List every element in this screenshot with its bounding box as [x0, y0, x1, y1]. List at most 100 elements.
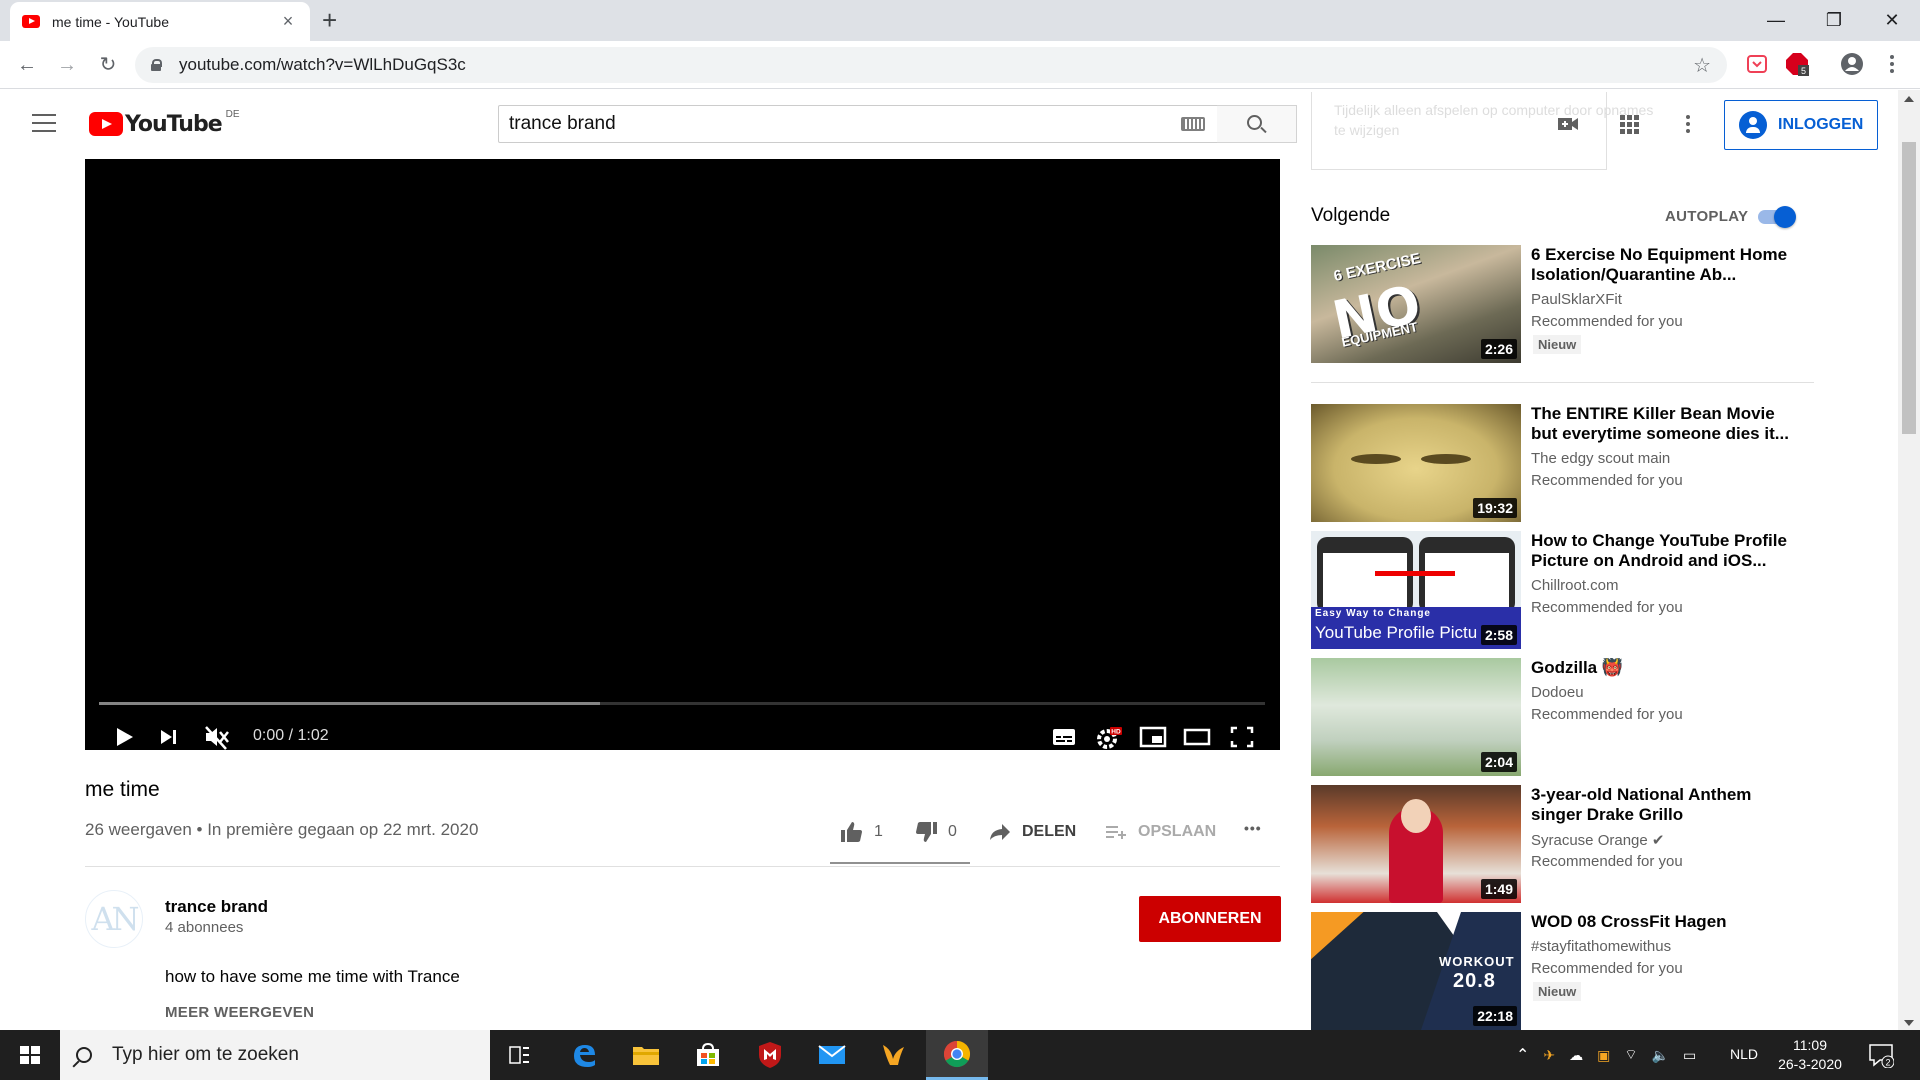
back-button[interactable]: ←	[11, 49, 43, 81]
recommendation-title[interactable]: 6 Exercise No Equipment Home Isolation/Q…	[1531, 245, 1801, 285]
chevron-up-icon[interactable]: ⌃	[1516, 1045, 1529, 1065]
recommendation-item[interactable]: 19:32 The ENTIRE Killer Bean Movie but e…	[1311, 404, 1831, 522]
url-text: youtube.com/watch?v=WlLhDuGqS3c	[179, 55, 466, 74]
taskbar-app-bird[interactable]	[864, 1030, 924, 1080]
share-label: DELEN	[1022, 823, 1077, 840]
recommendation-title[interactable]: Godzilla 👹	[1531, 658, 1801, 678]
subtitles-icon[interactable]	[1051, 719, 1077, 755]
search-input[interactable]: trance brand	[498, 105, 1218, 143]
onedrive-cloud-icon[interactable]: ☁	[1569, 1047, 1583, 1064]
recommendation-item[interactable]: 2:04 Godzilla 👹 Dodoeu Recommended for y…	[1311, 658, 1831, 776]
adblock-extension-icon[interactable]: 5	[1785, 52, 1809, 76]
keyboard-layout-icon[interactable]: ▭	[1683, 1047, 1696, 1064]
dislike-button[interactable]: 0	[914, 820, 957, 844]
search-icon	[76, 1047, 92, 1063]
settings-gear-icon[interactable]: HD	[1095, 719, 1123, 755]
volume-muted-icon[interactable]	[203, 719, 231, 755]
forward-button[interactable]: →	[51, 49, 83, 81]
taskbar-chrome[interactable]	[926, 1030, 988, 1080]
recommendation-item[interactable]: Easy Way to Change YouTube Profile Pictu…	[1311, 531, 1831, 649]
sign-in-button[interactable]: INLOGGEN	[1724, 100, 1878, 150]
recommendation-title[interactable]: The ENTIRE Killer Bean Movie but everyti…	[1531, 404, 1801, 444]
video-thumbnail[interactable]: Easy Way to Change YouTube Profile Pictu…	[1311, 531, 1521, 649]
tray-app-icon[interactable]: ✈	[1543, 1047, 1555, 1064]
progress-bar[interactable]	[99, 702, 1265, 705]
search-button[interactable]	[1217, 105, 1297, 143]
video-player[interactable]: 0:00 / 1:02 HD	[85, 159, 1280, 750]
video-thumbnail[interactable]: WORKOUT 20.8 22:18	[1311, 912, 1521, 1030]
next-video-icon[interactable]	[157, 719, 181, 755]
bookmark-star-icon[interactable]: ☆	[1693, 53, 1711, 78]
add-to-playlist-icon	[1106, 826, 1126, 839]
chrome-icon	[943, 1040, 971, 1067]
theater-mode-icon[interactable]	[1183, 719, 1211, 755]
input-language[interactable]: NLD	[1730, 1046, 1758, 1062]
page-scrollbar[interactable]	[1898, 90, 1920, 1030]
start-button[interactable]	[0, 1030, 60, 1080]
clock[interactable]: 11:09 26-3-2020	[1770, 1036, 1850, 1074]
pocket-extension-icon[interactable]	[1745, 52, 1769, 76]
fullscreen-icon[interactable]	[1229, 719, 1255, 755]
recommendation-title[interactable]: 3-year-old National Anthem singer Drake …	[1531, 785, 1801, 825]
country-code: DE	[225, 108, 240, 120]
window-restore-button[interactable]: ❐	[1812, 6, 1856, 34]
taskbar-store[interactable]	[678, 1030, 738, 1080]
profile-icon[interactable]	[1840, 52, 1864, 76]
video-thumbnail[interactable]: 19:32	[1311, 404, 1521, 522]
window-minimize-button[interactable]: —	[1754, 6, 1798, 34]
guide-menu-button[interactable]	[32, 114, 56, 132]
wifi-icon[interactable]: ⌔	[1624, 1046, 1637, 1064]
more-actions-button[interactable]: •••	[1244, 820, 1262, 836]
channel-avatar[interactable]: AN	[85, 890, 143, 948]
recommendation-item[interactable]: 6 EXERCISE NO EQUIPMENT 2:26 6 Exercise …	[1311, 245, 1831, 363]
reload-button[interactable]: ↻	[92, 49, 124, 81]
scroll-down-arrow-icon[interactable]	[1904, 1020, 1914, 1026]
autoplay-toggle[interactable]	[1758, 206, 1806, 228]
sign-in-label: INLOGGEN	[1778, 116, 1864, 133]
duration-badge: 22:18	[1473, 1006, 1517, 1026]
save-button[interactable]: OPSLAAN	[1104, 820, 1216, 844]
keyboard-icon[interactable]	[1181, 117, 1205, 131]
youtube-play-logo-icon	[89, 112, 123, 136]
youtube-logo[interactable]: YouTube DE	[89, 108, 240, 137]
recommendation-item[interactable]: 1:49 3-year-old National Anthem singer D…	[1311, 785, 1831, 903]
window-close-button[interactable]: ✕	[1870, 6, 1914, 34]
youtube-favicon-icon	[22, 15, 40, 28]
taskbar-mail[interactable]	[802, 1030, 862, 1080]
taskbar-edge[interactable]	[554, 1030, 614, 1080]
task-view-button[interactable]	[490, 1030, 550, 1080]
clock-time: 11:09	[1793, 1037, 1827, 1053]
recommendation-title[interactable]: How to Change YouTube Profile Picture on…	[1531, 531, 1801, 571]
taskbar-file-explorer[interactable]	[616, 1030, 676, 1080]
scrollbar-thumb[interactable]	[1902, 142, 1916, 434]
taskbar-search-box[interactable]: Typ hier om te zoeken	[60, 1030, 490, 1080]
video-thumbnail[interactable]: 1:49	[1311, 785, 1521, 903]
recommendation-item[interactable]: WORKOUT 20.8 22:18 WOD 08 CrossFit Hagen…	[1311, 912, 1831, 1030]
tab-close-button[interactable]: ×	[278, 11, 298, 32]
video-thumbnail[interactable]: 6 EXERCISE NO EQUIPMENT 2:26	[1311, 245, 1521, 363]
volume-icon[interactable]: 🔈	[1652, 1047, 1669, 1064]
show-more-link[interactable]: MEER WEERGEVEN	[165, 1004, 314, 1021]
address-bar[interactable]: youtube.com/watch?v=WlLhDuGqS3c ☆	[135, 47, 1727, 83]
clock-date: 26-3-2020	[1778, 1056, 1842, 1072]
video-thumbnail[interactable]: 2:04	[1311, 658, 1521, 776]
buffered-bar	[99, 702, 601, 705]
miniplayer-icon[interactable]	[1139, 719, 1167, 755]
play-button-icon[interactable]	[113, 719, 137, 755]
taskbar-mcafee[interactable]	[740, 1030, 800, 1080]
like-button[interactable]: 1	[840, 820, 883, 844]
svg-text:2: 2	[1885, 1058, 1890, 1068]
battery-icon[interactable]: ▣	[1597, 1047, 1610, 1064]
scroll-up-arrow-icon[interactable]	[1904, 96, 1914, 102]
settings-more-icon[interactable]	[1676, 112, 1700, 136]
recommendation-channel: PaulSklarXFit	[1531, 291, 1622, 308]
recommendation-title[interactable]: WOD 08 CrossFit Hagen	[1531, 912, 1801, 932]
browser-menu-icon[interactable]	[1880, 52, 1904, 76]
notification-center-icon[interactable]: 2	[1868, 1042, 1894, 1068]
new-tab-button[interactable]: +	[322, 6, 337, 34]
logo-wordmark: YouTube	[125, 111, 223, 137]
channel-name[interactable]: trance brand	[165, 897, 268, 917]
subscribe-button[interactable]: ABONNEREN	[1139, 896, 1281, 942]
browser-tab-active[interactable]: me time - YouTube ×	[10, 2, 310, 41]
share-button[interactable]: DELEN	[988, 820, 1076, 844]
